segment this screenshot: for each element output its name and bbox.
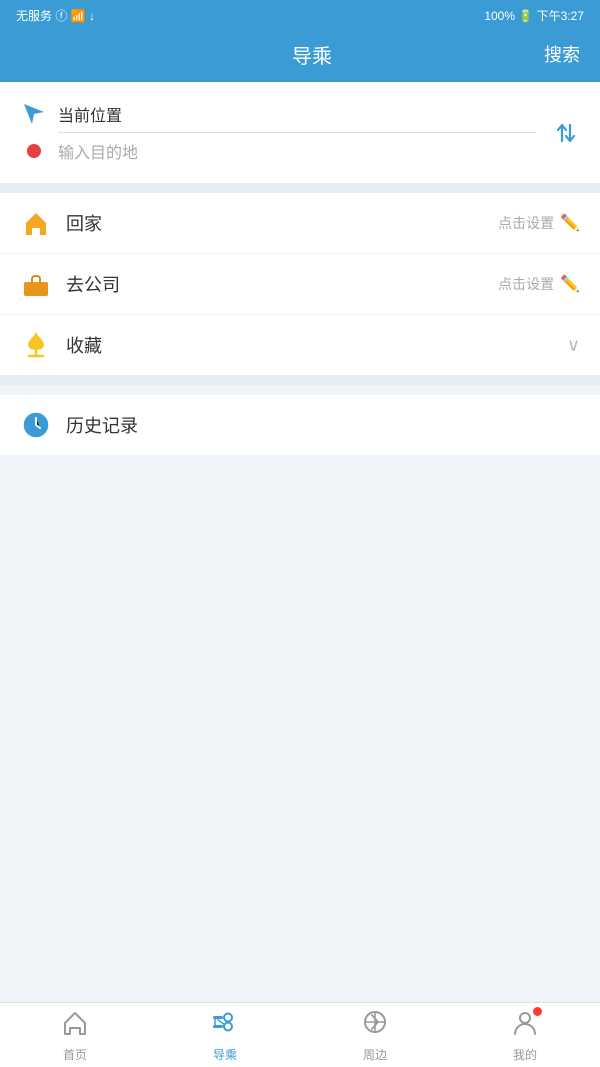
tab-home[interactable]: 首页	[0, 1003, 150, 1067]
favorites-chevron-icon: ∨	[567, 335, 580, 356]
quick-access-section: 回家 点击设置 ✏️ 去公司 点击设置 ✏️ 收藏	[0, 193, 600, 375]
status-bar: 无服务 ⓕ 📶 ↓ 100% 🔋 下午3:27	[0, 0, 600, 30]
favorites-item[interactable]: 收藏 ∨	[0, 315, 600, 375]
tab-mine-label: 我的	[513, 1046, 537, 1063]
destination-icon	[20, 144, 48, 158]
history-icon	[20, 409, 52, 441]
work-action: 点击设置 ✏️	[498, 274, 580, 294]
home-label: 回家	[66, 210, 498, 236]
search-rows-wrapper: 当前位置 输入目的地	[20, 96, 580, 169]
work-edit-icon: ✏️	[560, 274, 580, 294]
work-icon	[20, 268, 52, 300]
main-content-area	[0, 455, 600, 1002]
work-action-label: 点击设置	[498, 274, 554, 294]
location-icon	[20, 104, 48, 124]
work-label: 去公司	[66, 271, 498, 297]
home-action-label: 点击设置	[498, 213, 554, 233]
tab-guide-icon	[210, 1008, 240, 1043]
favorites-label: 收藏	[66, 332, 567, 358]
separator-1	[0, 183, 600, 193]
header-title: 导乘	[80, 40, 544, 69]
search-button[interactable]: 搜索	[544, 41, 580, 67]
mine-badge	[533, 1007, 542, 1016]
current-location-text: 当前位置	[58, 102, 536, 126]
tab-nearby-icon	[361, 1008, 389, 1043]
search-area: 当前位置 输入目的地	[0, 82, 600, 183]
history-item[interactable]: 历史记录	[0, 395, 600, 455]
tab-nearby[interactable]: 周边	[300, 1003, 450, 1067]
home-icon	[20, 207, 52, 239]
tab-home-icon	[61, 1008, 89, 1043]
favorites-action: ∨	[567, 335, 580, 356]
work-item[interactable]: 去公司 点击设置 ✏️	[0, 254, 600, 315]
separator-2	[0, 375, 600, 385]
home-action: 点击设置 ✏️	[498, 213, 580, 233]
tab-nearby-label: 周边	[363, 1046, 387, 1063]
header: 导乘 搜索	[0, 30, 600, 82]
destination-placeholder[interactable]: 输入目的地	[58, 139, 536, 163]
tab-home-label: 首页	[63, 1046, 87, 1063]
history-section: 历史记录	[0, 395, 600, 455]
destination-row[interactable]: 输入目的地	[20, 133, 536, 169]
tab-mine-icon-wrapper	[511, 1008, 539, 1043]
tab-guide-label: 导乘	[213, 1046, 237, 1063]
home-edit-icon: ✏️	[560, 213, 580, 233]
current-location-row[interactable]: 当前位置	[20, 96, 536, 132]
favorites-icon	[20, 329, 52, 361]
swap-button[interactable]	[536, 119, 580, 147]
status-left: 无服务 ⓕ 📶 ↓	[16, 7, 95, 24]
status-right: 100% 🔋 下午3:27	[484, 7, 584, 24]
home-item[interactable]: 回家 点击设置 ✏️	[0, 193, 600, 254]
tab-bar: 首页 导乘 周边	[0, 1002, 600, 1067]
tab-guide[interactable]: 导乘	[150, 1003, 300, 1067]
tab-mine[interactable]: 我的	[450, 1003, 600, 1067]
history-label: 历史记录	[66, 412, 138, 438]
